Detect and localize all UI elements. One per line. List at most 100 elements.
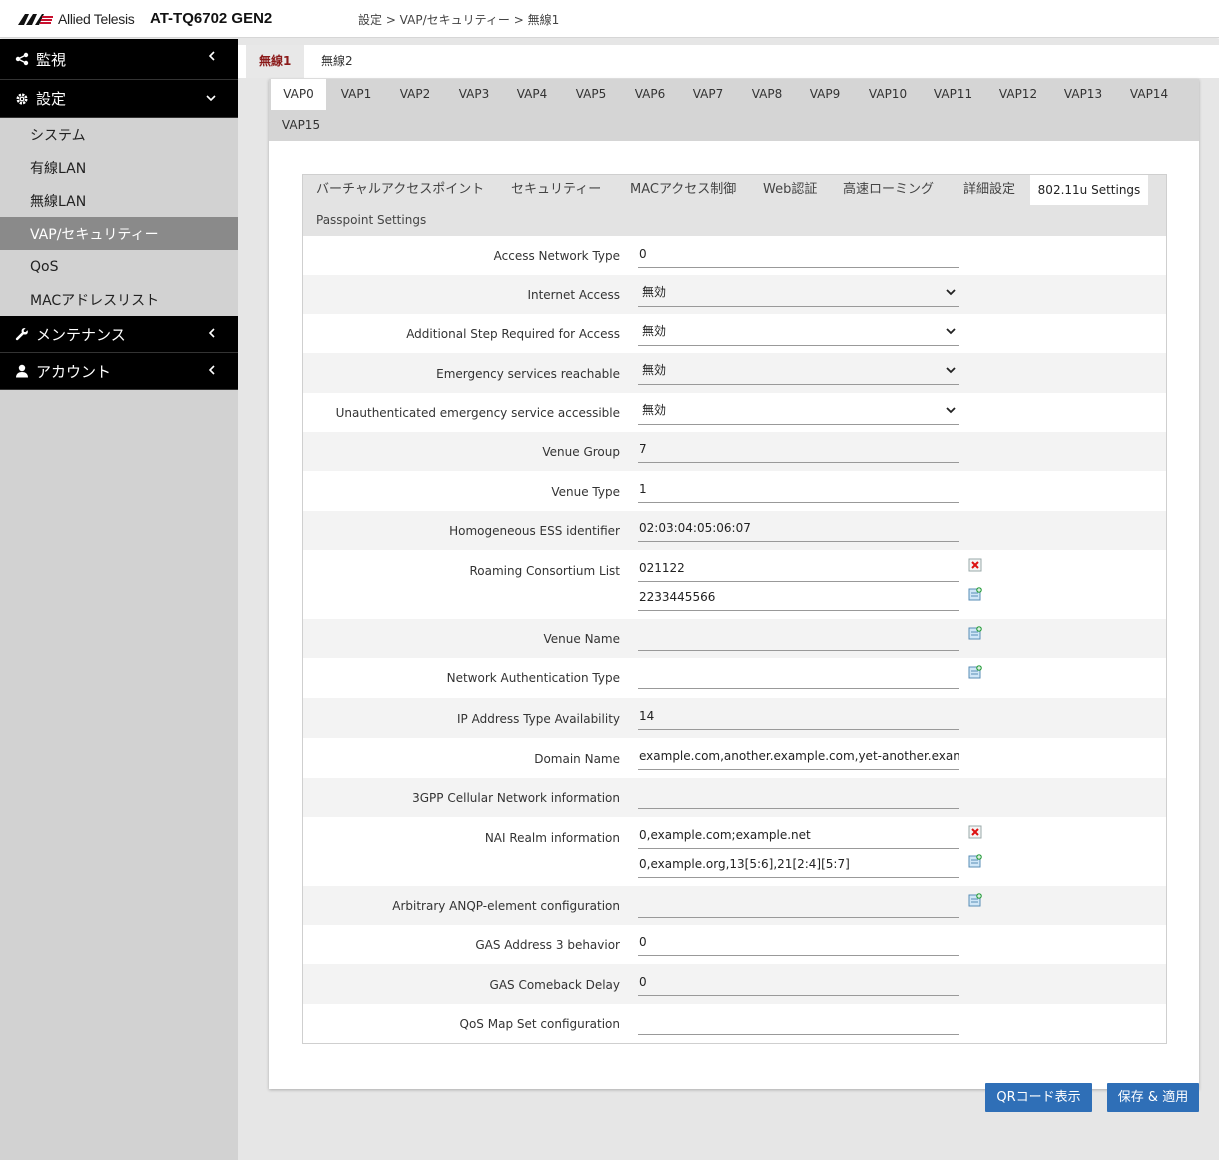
tab-vap7[interactable]: VAP7	[683, 79, 733, 110]
sidebar-item-qos[interactable]: QoS	[0, 250, 238, 283]
chevron-left-icon	[208, 364, 216, 378]
tab-passpoint-settings[interactable]: Passpoint Settings	[316, 205, 426, 235]
add-row-icon[interactable]	[968, 854, 982, 868]
tab-vap1[interactable]: VAP1	[331, 79, 381, 110]
chevron-down-icon	[206, 91, 216, 105]
tab-advanced[interactable]: 詳細設定	[963, 175, 1015, 205]
breadcrumb: 設定 > VAP/セキュリティー > 無線1	[358, 13, 560, 27]
form-row: Domain Name example.com,another.example.…	[303, 738, 1166, 778]
tab-vap3[interactable]: VAP3	[449, 79, 499, 110]
select-value: 無効	[642, 403, 667, 417]
internet-access-select[interactable]: 無効	[638, 281, 959, 307]
tab-vap8[interactable]: VAP8	[742, 79, 792, 110]
tab-80211u-settings[interactable]: 802.11u Settings	[1030, 175, 1148, 205]
sidebar-item-vap-security[interactable]: VAP/セキュリティー	[0, 217, 238, 250]
sidebar-section-settings[interactable]: 設定	[0, 80, 238, 118]
ip-address-type-input[interactable]: 14	[638, 706, 959, 730]
save-apply-button[interactable]: 保存 & 適用	[1107, 1083, 1199, 1112]
sidebar-section-monitor[interactable]: 監視	[0, 39, 238, 80]
field-label: Roaming Consortium List	[469, 564, 620, 578]
add-row-icon[interactable]	[968, 893, 982, 907]
tab-vap4[interactable]: VAP4	[507, 79, 557, 110]
anqp-config-input[interactable]	[638, 894, 959, 918]
roaming-consortium-input-2[interactable]: 2233445566	[638, 587, 959, 611]
tab-vap13[interactable]: VAP13	[1055, 79, 1111, 110]
sidebar-section-label: 監視	[36, 50, 67, 69]
tab-vap15[interactable]: VAP15	[271, 110, 331, 141]
field-label: Arbitrary ANQP-element configuration	[392, 899, 620, 913]
delete-row-icon[interactable]	[968, 825, 982, 839]
tab-fast-roaming[interactable]: 高速ローミング	[843, 175, 934, 205]
form-row: IP Address Type Availability 14	[303, 698, 1166, 738]
sidebar-item-mac-address-list[interactable]: MACアドレスリスト	[0, 283, 238, 316]
tab-vap5[interactable]: VAP5	[566, 79, 616, 110]
field-label: QoS Map Set configuration	[459, 1017, 620, 1031]
domain-name-input[interactable]: example.com,another.example.com,yet-anot…	[638, 746, 959, 770]
field-label: Access Network Type	[493, 249, 620, 263]
form-row: NAI Realm information 0,example.com;exam…	[303, 817, 1166, 886]
tab-web-auth[interactable]: Web認証	[763, 175, 817, 205]
tab-vap14[interactable]: VAP14	[1121, 79, 1177, 110]
sidebar-section-account[interactable]: アカウント	[0, 353, 238, 390]
field-label: 3GPP Cellular Network information	[412, 791, 620, 805]
sidebar-section-maintenance[interactable]: メンテナンス	[0, 316, 238, 353]
venue-type-input[interactable]: 1	[638, 479, 959, 503]
form-row: GAS Comeback Delay 0	[303, 964, 1166, 1004]
emergency-reachable-select[interactable]: 無効	[638, 359, 959, 385]
tab-vap12[interactable]: VAP12	[990, 79, 1046, 110]
form-row: Network Authentication Type	[303, 658, 1166, 698]
tab-vap10[interactable]: VAP10	[860, 79, 916, 110]
share-icon	[14, 51, 30, 67]
qr-code-button[interactable]: QRコード表示	[985, 1083, 1092, 1112]
gas-comeback-input[interactable]: 0	[638, 972, 959, 996]
cellular-info-input[interactable]	[638, 785, 959, 809]
user-icon	[14, 363, 30, 379]
form-row: Venue Group 7	[303, 432, 1166, 471]
tab-vap11[interactable]: VAP11	[925, 79, 981, 110]
roaming-consortium-input-1[interactable]: 021122	[638, 558, 959, 582]
sub-tab-bar: バーチャルアクセスポイント セキュリティー MACアクセス制御 Web認証 高速…	[303, 175, 1166, 236]
form-row: Venue Name	[303, 619, 1166, 658]
sidebar-item-system[interactable]: システム	[0, 118, 238, 151]
field-label: GAS Comeback Delay	[489, 978, 620, 992]
add-row-icon[interactable]	[968, 626, 982, 640]
field-label: Venue Group	[542, 445, 620, 459]
tab-security[interactable]: セキュリティー	[511, 175, 601, 205]
field-label: Unauthenticated emergency service access…	[335, 406, 620, 420]
tab-mac-access-control[interactable]: MACアクセス制御	[630, 175, 736, 205]
tab-vap0[interactable]: VAP0	[271, 79, 326, 110]
unauth-emergency-select[interactable]: 無効	[638, 399, 959, 425]
qos-map-input[interactable]	[638, 1011, 959, 1035]
form-row: Arbitrary ANQP-element configuration	[303, 886, 1166, 925]
gas-address3-input[interactable]: 0	[638, 932, 959, 956]
chevron-left-icon	[208, 50, 216, 64]
tab-radio1[interactable]: 無線1	[246, 45, 305, 78]
field-label: Internet Access	[527, 288, 620, 302]
nai-realm-input-2[interactable]: 0,example.org,13[5:6],21[2:4][5:7]	[638, 854, 959, 878]
tab-vap6[interactable]: VAP6	[625, 79, 675, 110]
chevron-down-icon	[946, 367, 956, 374]
hessid-input[interactable]: 02:03:04:05:06:07	[638, 518, 959, 542]
field-label: Venue Type	[551, 485, 620, 499]
venue-name-input[interactable]	[638, 627, 959, 651]
add-row-icon[interactable]	[968, 587, 982, 601]
wrench-icon	[14, 326, 30, 342]
tab-virtual-access-point[interactable]: バーチャルアクセスポイント	[316, 175, 484, 205]
network-auth-type-input[interactable]	[638, 665, 959, 689]
delete-row-icon[interactable]	[968, 558, 982, 572]
nai-realm-input-1[interactable]: 0,example.com;example.net	[638, 825, 959, 849]
venue-group-input[interactable]: 7	[638, 439, 959, 463]
tab-vap9[interactable]: VAP9	[800, 79, 850, 110]
sidebar-item-wired-lan[interactable]: 有線LAN	[0, 151, 238, 184]
sidebar: 監視 設定 システム 有線LAN 無線LAN VAP/セキュリティー QoS M…	[0, 39, 238, 1160]
vap-tab-bar: VAP0 VAP1 VAP2 VAP3 VAP4 VAP5 VAP6 VAP7 …	[269, 79, 1199, 141]
brand-name: Allied Telesis	[58, 11, 135, 27]
add-row-icon[interactable]	[968, 665, 982, 679]
select-value: 無効	[642, 324, 667, 338]
additional-step-select[interactable]: 無効	[638, 320, 959, 346]
access-network-type-input[interactable]: 0	[638, 244, 959, 268]
sidebar-item-wireless-lan[interactable]: 無線LAN	[0, 184, 238, 217]
form-row: Access Network Type 0	[303, 236, 1166, 275]
tab-radio2[interactable]: 無線2	[308, 45, 366, 78]
tab-vap2[interactable]: VAP2	[390, 79, 440, 110]
